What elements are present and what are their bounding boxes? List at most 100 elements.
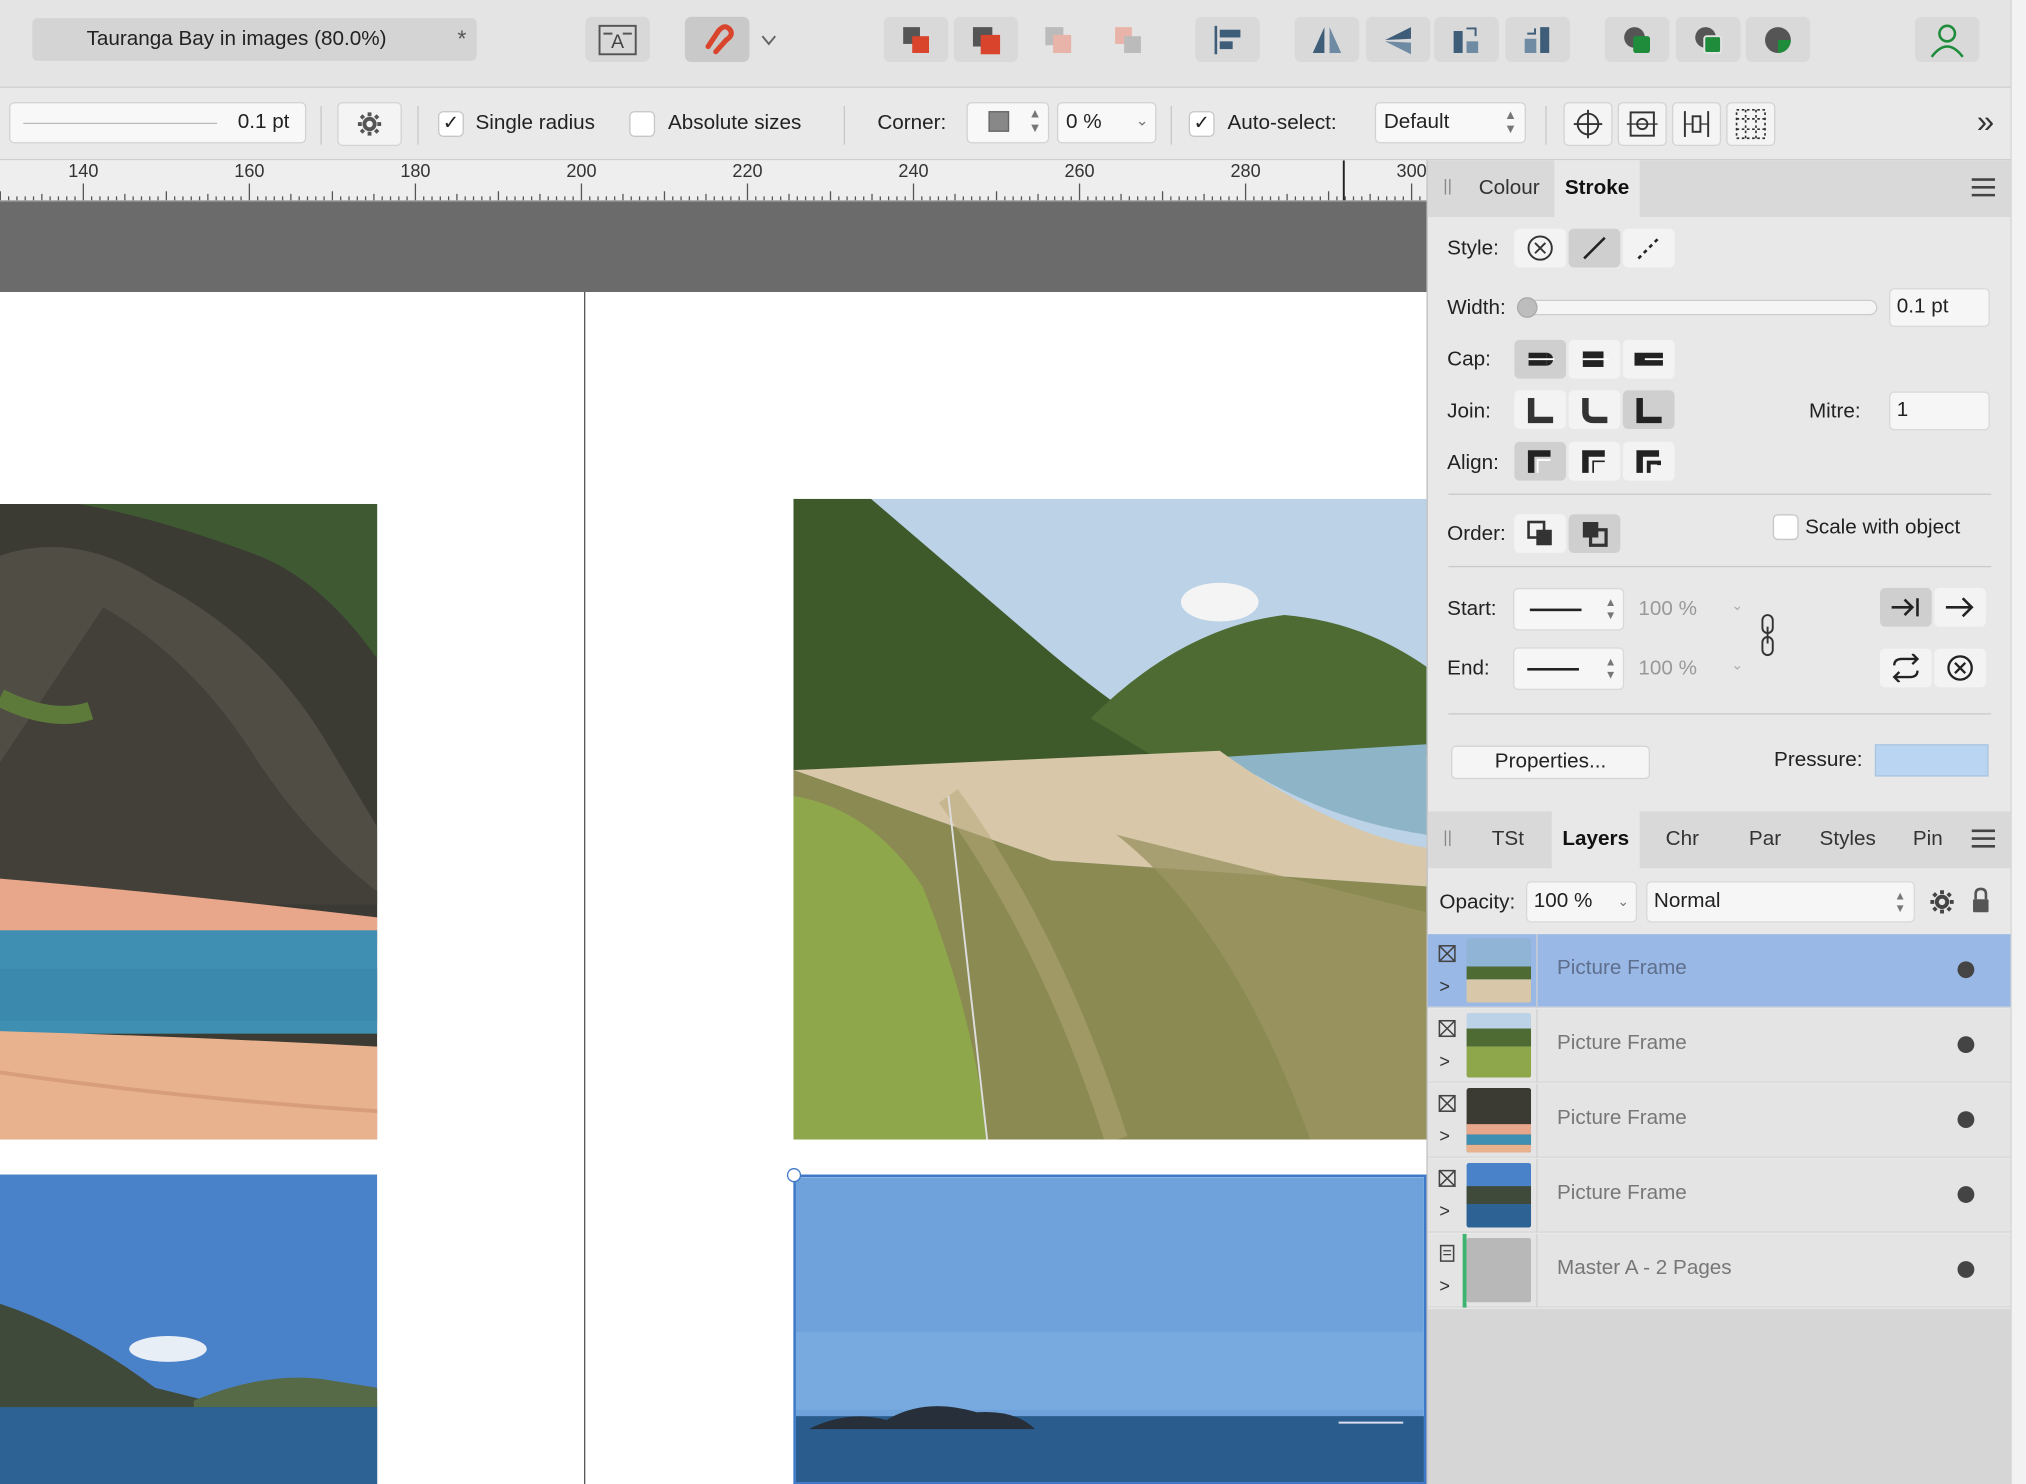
visibility-dot-icon[interactable] bbox=[1957, 1261, 1975, 1278]
tab-pinning[interactable]: Pin bbox=[1890, 811, 1965, 868]
dashed-line-icon[interactable] bbox=[1622, 228, 1675, 268]
dropdown-arrow-icon[interactable] bbox=[755, 17, 783, 62]
arrowhead-past-end-icon[interactable] bbox=[1934, 587, 1986, 627]
corner-type-select[interactable]: ▲ ▼ bbox=[966, 102, 1050, 144]
absolute-sizes-checkbox[interactable] bbox=[629, 111, 656, 137]
expand-chevron-icon[interactable]: > bbox=[1439, 1050, 1450, 1071]
move-forward-icon[interactable] bbox=[953, 16, 1019, 63]
swap-arrowheads-icon[interactable] bbox=[1880, 648, 1932, 688]
no-stroke-icon[interactable] bbox=[1514, 228, 1567, 268]
layer-row[interactable]: > Master A - 2 Pages bbox=[1427, 1233, 2012, 1308]
visibility-dot-icon[interactable] bbox=[1957, 961, 1975, 979]
width-value-field[interactable]: 0.1 pt bbox=[1889, 288, 1990, 327]
picture-frame-sea-rocks-selected[interactable] bbox=[793, 1174, 1427, 1484]
snapping-magnet-icon[interactable] bbox=[684, 16, 750, 63]
link-scales-icon[interactable] bbox=[1759, 612, 1780, 665]
grid-icon[interactable] bbox=[1726, 102, 1776, 147]
panel-grip-icon[interactable]: || bbox=[1443, 827, 1452, 846]
pressure-curve-preview[interactable] bbox=[1874, 744, 1989, 777]
intersect-geometry-icon[interactable] bbox=[1745, 16, 1811, 63]
panel-menu-icon[interactable] bbox=[1970, 176, 1996, 206]
move-to-front-icon[interactable] bbox=[883, 16, 949, 63]
distribute-icon[interactable] bbox=[1671, 102, 1722, 147]
rotate-left-icon[interactable] bbox=[1434, 16, 1499, 63]
visibility-dot-icon[interactable] bbox=[1957, 1111, 1975, 1129]
tab-styles[interactable]: Styles bbox=[1808, 811, 1888, 868]
panel-grip-icon[interactable]: || bbox=[1443, 176, 1452, 195]
layer-row[interactable]: > Picture Frame bbox=[1427, 1159, 2012, 1233]
expand-chevron-icon[interactable]: > bbox=[1439, 1275, 1450, 1296]
square-cap-icon[interactable] bbox=[1622, 339, 1675, 379]
toolbar-overflow-icon[interactable]: » bbox=[1977, 105, 1994, 141]
butt-cap-icon[interactable] bbox=[1514, 339, 1567, 379]
flip-horizontal-icon[interactable] bbox=[1294, 16, 1360, 63]
single-radius-checkbox[interactable]: ✓ bbox=[438, 111, 464, 137]
layer-row[interactable]: > Picture Frame bbox=[1427, 1009, 2012, 1083]
document-tab[interactable]: Tauranga Bay in images (80.0%) * bbox=[32, 18, 477, 61]
gear-icon[interactable] bbox=[337, 102, 402, 147]
tab-stroke[interactable]: Stroke bbox=[1554, 160, 1640, 218]
width-slider-knob[interactable] bbox=[1516, 297, 1538, 318]
flip-vertical-icon[interactable] bbox=[1365, 16, 1431, 63]
blend-mode-dropdown[interactable]: Normal ▲ ▼ bbox=[1646, 881, 1915, 923]
chevron-down-icon[interactable]: ⌄ bbox=[1617, 883, 1629, 922]
opacity-field[interactable]: 100 % ⌄ bbox=[1525, 881, 1638, 923]
selection-handle[interactable] bbox=[786, 1168, 802, 1183]
expand-chevron-icon[interactable]: > bbox=[1439, 976, 1450, 997]
layer-row[interactable]: > Picture Frame bbox=[1427, 934, 2012, 1008]
auto-select-dropdown[interactable]: Default ▲ ▼ bbox=[1374, 102, 1526, 144]
bevel-join-icon[interactable] bbox=[1622, 390, 1675, 429]
subtract-geometry-icon[interactable] bbox=[1675, 16, 1741, 63]
stroke-width-field[interactable]: 0.1 pt bbox=[9, 102, 307, 144]
tab-layers[interactable]: Layers bbox=[1551, 811, 1640, 869]
properties-button[interactable]: Properties... bbox=[1451, 745, 1651, 780]
tab-paragraph[interactable]: Par bbox=[1725, 811, 1805, 868]
start-arrowhead-select[interactable]: ▲ ▼ bbox=[1513, 587, 1625, 631]
round-join-icon[interactable] bbox=[1568, 390, 1621, 429]
picture-frame-dune-beach[interactable] bbox=[793, 498, 1427, 1140]
move-backward-icon[interactable] bbox=[1026, 17, 1091, 62]
move-to-back-icon[interactable] bbox=[1096, 17, 1161, 62]
scale-with-object-checkbox[interactable] bbox=[1772, 514, 1799, 541]
add-geometry-icon[interactable] bbox=[1604, 16, 1670, 63]
chevron-down-icon[interactable]: ⌄ bbox=[1731, 597, 1743, 614]
remove-arrowheads-icon[interactable] bbox=[1934, 648, 1986, 688]
end-arrowhead-select[interactable]: ▲ ▼ bbox=[1513, 647, 1625, 690]
align-center-stroke-icon[interactable] bbox=[1514, 441, 1567, 481]
panel-menu-icon[interactable] bbox=[1970, 827, 1996, 857]
expand-chevron-icon[interactable]: > bbox=[1439, 1200, 1450, 1221]
align-left-icon[interactable] bbox=[1195, 16, 1260, 63]
layer-row[interactable]: > Picture Frame bbox=[1427, 1084, 2012, 1158]
align-inside-stroke-icon[interactable] bbox=[1568, 441, 1621, 481]
tab-colour[interactable]: Colour bbox=[1467, 160, 1552, 217]
miter-join-icon[interactable] bbox=[1514, 390, 1567, 429]
arrowhead-at-end-icon[interactable] bbox=[1880, 587, 1932, 627]
tab-text-styles[interactable]: TSt bbox=[1467, 811, 1550, 868]
chevron-down-icon[interactable]: ⌄ bbox=[1731, 656, 1743, 674]
transform-origin-icon[interactable] bbox=[1617, 102, 1667, 147]
visibility-dot-icon[interactable] bbox=[1957, 1186, 1975, 1203]
picture-frame-bay-headland[interactable] bbox=[0, 1174, 378, 1484]
start-scale-value[interactable]: 100 % bbox=[1638, 598, 1697, 621]
text-frame-icon[interactable]: A bbox=[585, 16, 650, 63]
tab-character[interactable]: Chr bbox=[1642, 811, 1722, 868]
stroke-front-fill-icon[interactable] bbox=[1568, 514, 1621, 554]
mitre-value-field[interactable]: 1 bbox=[1889, 391, 1990, 431]
corner-percent-field[interactable]: 0 % ⌄ bbox=[1056, 102, 1157, 144]
lock-icon[interactable] bbox=[1970, 886, 1991, 921]
end-scale-value[interactable]: 100 % bbox=[1638, 658, 1697, 681]
expand-chevron-icon[interactable]: > bbox=[1439, 1125, 1450, 1146]
gear-icon[interactable] bbox=[1929, 889, 1955, 921]
rotate-right-icon[interactable] bbox=[1505, 16, 1570, 63]
picture-frame-cliff-beach[interactable] bbox=[0, 503, 378, 1140]
round-cap-icon[interactable] bbox=[1568, 339, 1621, 379]
user-account-icon[interactable] bbox=[1914, 16, 1980, 63]
chevron-down-icon[interactable]: ⌄ bbox=[1136, 111, 1149, 129]
crosshair-icon[interactable] bbox=[1563, 102, 1613, 147]
stroke-behind-fill-icon[interactable] bbox=[1514, 514, 1567, 554]
width-slider[interactable] bbox=[1516, 297, 1878, 318]
visibility-dot-icon[interactable] bbox=[1957, 1036, 1975, 1054]
solid-line-icon[interactable] bbox=[1568, 228, 1621, 268]
align-outside-stroke-icon[interactable] bbox=[1622, 441, 1675, 481]
auto-select-checkbox[interactable]: ✓ bbox=[1188, 111, 1215, 137]
